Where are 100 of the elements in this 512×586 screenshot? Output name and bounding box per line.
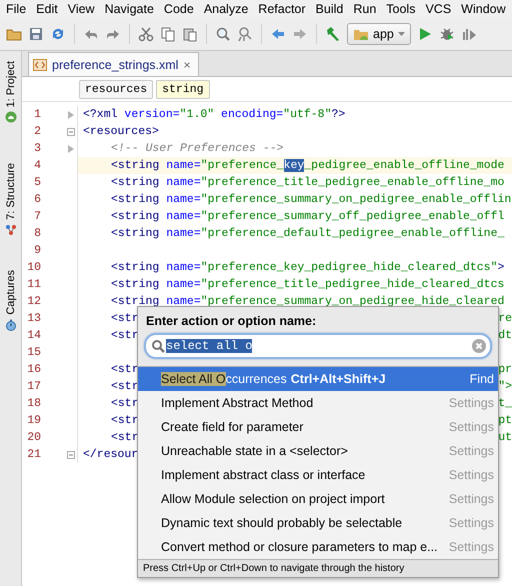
code-line: <str [111, 312, 139, 325]
close-icon[interactable]: × [183, 58, 190, 72]
forward-arrow-icon[interactable] [292, 26, 308, 42]
line-number: 1 [33, 108, 41, 121]
breadcrumb[interactable]: string [156, 80, 210, 98]
code-line: <string name="preference_key_pedigree_hide_cleared_dtcs"> [111, 261, 504, 274]
code-line: <string name="preference_default_pedigree_enable_offline_ [111, 227, 504, 240]
menu-item[interactable]: Tools [386, 2, 416, 16]
back-arrow-icon[interactable] [270, 26, 286, 42]
paste-icon[interactable] [182, 26, 198, 42]
debug-icon[interactable] [438, 26, 455, 42]
line-number: 10 [26, 261, 41, 274]
line-number: 4 [33, 159, 41, 172]
action-item[interactable]: Create field for parameter Settings [138, 415, 498, 439]
code-line: <str [111, 414, 139, 427]
fold-icon[interactable] [67, 128, 75, 136]
xml-file-icon [33, 58, 47, 70]
line-number: 20 [26, 431, 41, 444]
action-item[interactable]: Dynamic text should probably be selectable Settings [138, 511, 498, 535]
hammer-icon[interactable] [325, 26, 341, 42]
code-fragment: t_ [498, 397, 512, 410]
line-number: 18 [26, 397, 41, 410]
tool-window-tab[interactable]: Captures [4, 270, 16, 315]
tool-window-tab[interactable]: 7: Structure [4, 163, 16, 220]
group-label: Settings [448, 444, 494, 458]
group-label: Settings [448, 468, 494, 482]
menu-item[interactable]: Window [461, 2, 506, 16]
line-number: 11 [26, 278, 41, 291]
code-line: <str [111, 380, 139, 393]
menu-item[interactable]: View [68, 2, 95, 16]
line-number: 13 [26, 312, 41, 325]
structure-icon [4, 224, 16, 236]
menu-item[interactable]: Build [316, 2, 344, 16]
code-line: <str [111, 431, 139, 444]
android-icon [4, 111, 16, 124]
find-replace-icon[interactable] [237, 26, 253, 42]
code-line: <!-- User Preferences --> [111, 142, 284, 155]
group-label: Find [470, 372, 494, 386]
code-line: <string name="preference_title_pedigree_enable_offline_mo [111, 176, 504, 189]
menu-item[interactable]: Refactor [258, 2, 306, 16]
line-number: 6 [33, 193, 41, 206]
group-label: Settings [448, 540, 494, 554]
line-number: 7 [33, 210, 41, 223]
code-line: <string name="preference_summary_off_pedigree_enable_offl [111, 210, 504, 223]
code-fragment: dt [498, 329, 512, 342]
action-item[interactable]: Convert method or closure parameters to map e... Settings [138, 535, 498, 559]
code-line: <string name="preference_summary_on_pedigree_hide_cleared [111, 295, 504, 308]
menu-item[interactable]: Navigate [104, 2, 154, 16]
action-item[interactable]: Implement abstract class or interface Settings [138, 463, 498, 487]
clear-icon[interactable] [472, 339, 486, 353]
menu-item[interactable]: Code [164, 2, 194, 16]
action-item[interactable]: Allow Module selection on project import Settings [138, 487, 498, 511]
action-name: Implement abstract class or interface [161, 468, 366, 482]
code-line: <string name="preference_key_pedigree_enable_offline_mode [111, 159, 504, 172]
action-name: Create field for parameter [161, 420, 304, 434]
menu-item[interactable]: File [6, 2, 26, 16]
menu-item[interactable]: VCS [425, 2, 452, 16]
tab-title: preference_strings.xml [52, 58, 178, 72]
search-field[interactable]: select all o [144, 333, 492, 359]
run-config-dropdown[interactable]: app [347, 23, 411, 45]
action-item[interactable]: Unreachable state in a <selector> Settings [138, 439, 498, 463]
shortcut-label: Ctrl+Alt+Shift+J [290, 372, 386, 386]
code-line: <string name="preference_summary_on_pedigree_enable_offlin [111, 193, 512, 206]
action-item[interactable]: Select All Occurrences Ctrl+Alt+Shift+J Find [138, 367, 498, 391]
group-label: Settings [448, 492, 494, 506]
menu-item[interactable]: Edit [36, 2, 58, 16]
action-name: Allow Module selection on project import [161, 492, 385, 506]
popup-title: Enter action or option name: [145, 314, 318, 328]
hint-text: Press Ctrl+Up or Ctrl+Down to navigate through the history [138, 559, 498, 577]
fold-icon[interactable] [67, 450, 75, 458]
search-icon[interactable] [215, 26, 231, 42]
action-name: Dynamic text should probably be selectable [161, 516, 402, 530]
menu-item[interactable]: Analyze [204, 2, 248, 16]
code-line: <str [111, 363, 139, 376]
breadcrumb[interactable]: resources [79, 80, 154, 98]
line-number: 17 [26, 380, 41, 393]
line-number: 2 [33, 125, 41, 138]
stopwatch-icon [4, 318, 16, 331]
action-item[interactable]: Implement Abstract Method Settings [138, 391, 498, 415]
group-label: Settings [448, 396, 494, 410]
attach-icon[interactable] [460, 26, 477, 42]
code-line: <resources> [83, 125, 159, 138]
line-number: 12 [26, 295, 41, 308]
code-line: <str [111, 329, 139, 342]
code-fragment: "> [498, 380, 512, 393]
line-number: 5 [33, 176, 41, 189]
line-number: 19 [26, 414, 41, 427]
sync-icon[interactable] [50, 26, 66, 42]
search-icon [151, 339, 165, 353]
copy-icon[interactable] [160, 26, 176, 42]
cut-icon[interactable] [138, 26, 154, 42]
editor-tab[interactable]: preference_strings.xml × [28, 52, 200, 76]
action-name: Implement Abstract Method [161, 396, 314, 410]
group-label: Settings [448, 420, 494, 434]
line-number: 14 [26, 329, 41, 342]
line-number: 8 [33, 227, 41, 240]
menu-item[interactable]: Run [353, 2, 376, 16]
save-icon[interactable] [28, 26, 44, 42]
tool-window-tab[interactable]: 1: Project [4, 61, 16, 108]
code-line: <str [111, 397, 139, 410]
